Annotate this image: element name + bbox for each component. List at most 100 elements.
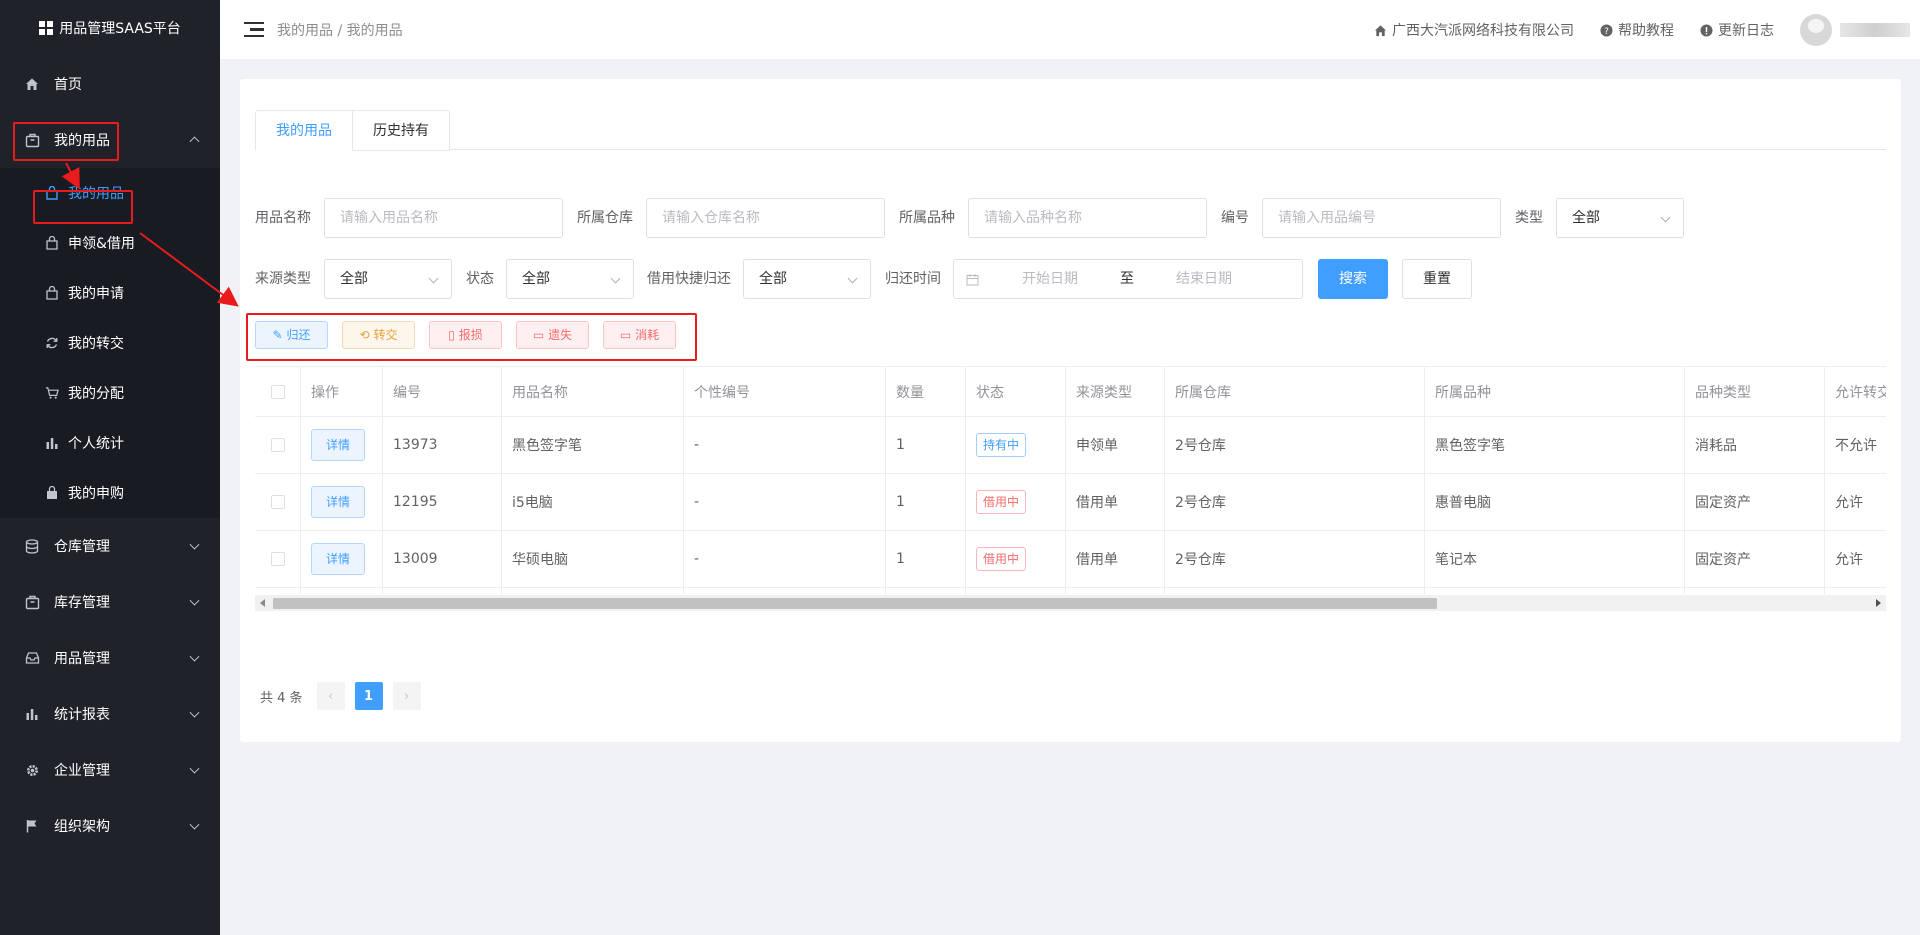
scroll-left-icon[interactable] <box>260 599 265 607</box>
cell-text: 借用单 <box>1076 552 1118 568</box>
transfer-button[interactable]: ⟲ 转交 <box>342 321 415 349</box>
menu-inventory-label: 库存管理 <box>54 595 110 611</box>
menu-inventory[interactable]: 库存管理 <box>0 574 220 630</box>
tab-history[interactable]: 历史持有 <box>352 110 450 151</box>
prev-page-button[interactable]: ‹ <box>316 682 345 710</box>
table-cell: - <box>684 417 886 473</box>
table-cell: 借用单 <box>1066 531 1165 587</box>
table-cell: - <box>684 588 886 594</box>
variety-input[interactable] <box>968 198 1207 238</box>
avatar[interactable] <box>1800 14 1832 46</box>
submenu-personal-stats[interactable]: 个人统计 <box>0 418 220 468</box>
changelog-link[interactable]: 更新日志 <box>1700 20 1774 40</box>
cell-text: 1 <box>896 494 905 510</box>
table-cell: 借用中 <box>966 474 1066 530</box>
row-checkbox[interactable] <box>270 552 285 566</box>
chevron-down-icon <box>610 273 621 284</box>
app-logo[interactable]: 用品管理SAAS平台 <box>0 0 220 56</box>
submenu-my-items-active[interactable]: 我的用品 <box>0 168 220 218</box>
help-link[interactable]: ? 帮助教程 <box>1600 20 1674 40</box>
filter-variety-label: 所属品种 <box>899 210 955 226</box>
tray-icon <box>24 650 40 666</box>
status-select[interactable]: 全部 <box>506 259 634 299</box>
folder-icon: ▭ <box>532 328 545 342</box>
cell-text: 允许 <box>1835 552 1863 568</box>
submenu-apply-borrow[interactable]: 申领&借用 <box>0 218 220 268</box>
menu-home[interactable]: 首页 <box>0 56 220 112</box>
report-damage-button[interactable]: ▯ 报损 <box>429 321 502 349</box>
submenu-my-purchases[interactable]: 我的申购 <box>0 468 220 518</box>
home-icon <box>24 76 40 92</box>
header-cell: 个性编号 <box>684 367 886 416</box>
source-type-select[interactable]: 全部 <box>324 259 452 299</box>
lost-button[interactable]: ▭ 遗失 <box>516 321 589 349</box>
detail-button[interactable]: 详情 <box>311 486 366 518</box>
cell-text: 华硕电脑 <box>512 552 568 568</box>
tab-my-items[interactable]: 我的用品 <box>255 110 353 151</box>
source-select-value: 全部 <box>340 271 368 287</box>
item-code-input[interactable] <box>1262 198 1501 238</box>
item-name-input[interactable] <box>324 198 563 238</box>
cell-text: 不允许 <box>1835 438 1877 454</box>
table-cell: 借用中 <box>966 531 1066 587</box>
database-icon <box>24 538 40 554</box>
chevron-down-icon <box>189 651 200 662</box>
select-all-checkbox[interactable] <box>270 384 285 399</box>
table-cell: 1 <box>886 531 966 587</box>
warehouse-input[interactable] <box>646 198 885 238</box>
cell-text: - <box>694 551 700 567</box>
gear-icon <box>24 762 40 778</box>
row-checkbox[interactable] <box>270 438 285 452</box>
submenu-my-applications[interactable]: 我的申请 <box>0 268 220 318</box>
menu-items-management[interactable]: 用品管理 <box>0 630 220 686</box>
reset-button[interactable]: 重置 <box>1402 259 1472 299</box>
cell-text: 13009 <box>393 551 438 567</box>
menu-organization[interactable]: 组织架构 <box>0 798 220 854</box>
table-cell: 华硕电脑 <box>502 531 684 587</box>
menu-enterprise[interactable]: 企业管理 <box>0 742 220 798</box>
submenu-my-transfers[interactable]: 我的转交 <box>0 318 220 368</box>
consume-button[interactable]: ▭ 消耗 <box>603 321 676 349</box>
cell-text: 1 <box>896 551 905 567</box>
table-cell: 允许 <box>1825 531 1886 587</box>
menu-toggle-icon[interactable] <box>244 21 264 38</box>
total-count: 共 4 条 <box>260 690 303 706</box>
filter-return-time-label: 归还时间 <box>885 271 941 287</box>
next-page-button[interactable]: › <box>392 682 421 710</box>
submenu-label: 我的用品 <box>68 186 124 202</box>
return-button[interactable]: ✎ 归还 <box>255 321 328 349</box>
quick-return-select[interactable]: 全部 <box>743 259 871 299</box>
cell-text: 黑色签字笔 <box>1435 438 1505 454</box>
chevron-up-icon <box>189 136 200 147</box>
submenu-label: 我的申购 <box>68 486 124 502</box>
table-cell: - <box>684 474 886 530</box>
menu-my-items[interactable]: 我的用品 <box>0 112 220 168</box>
start-date-placeholder[interactable]: 开始日期 <box>1022 260 1078 298</box>
return-date-range[interactable]: 开始日期 至 结束日期 <box>953 259 1303 299</box>
return-label: 归还 <box>286 328 311 342</box>
scrollbar-thumb[interactable] <box>273 598 1437 609</box>
user-name-blurred[interactable] <box>1840 23 1910 37</box>
table-cell: 申领单 <box>1066 588 1165 594</box>
menu-reports-label: 统计报表 <box>54 707 110 723</box>
detail-button[interactable]: 详情 <box>311 429 366 461</box>
company-link[interactable]: 广西大汽派网络科技有限公司 <box>1374 20 1574 40</box>
row-checkbox[interactable] <box>270 495 285 509</box>
cell-text: 2号仓库 <box>1175 495 1226 511</box>
submenu-my-allocations[interactable]: 我的分配 <box>0 368 220 418</box>
consume-label: 消耗 <box>635 328 660 342</box>
status-badge: 借用中 <box>976 547 1027 571</box>
scroll-right-icon[interactable] <box>1876 599 1881 607</box>
submenu-label: 我的分配 <box>68 386 124 402</box>
page-number-button[interactable]: 1 <box>354 682 383 710</box>
menu-warehouse[interactable]: 仓库管理 <box>0 518 220 574</box>
end-date-placeholder[interactable]: 结束日期 <box>1176 260 1232 298</box>
horizontal-scrollbar[interactable] <box>255 595 1886 611</box>
cell-text: 消耗品 <box>1695 438 1737 454</box>
menu-reports[interactable]: 统计报表 <box>0 686 220 742</box>
chevron-down-icon <box>847 273 858 284</box>
type-select[interactable]: 全部 <box>1556 198 1684 238</box>
cell-text: 黑色签字笔 <box>512 438 582 454</box>
detail-button[interactable]: 详情 <box>311 543 366 575</box>
search-button[interactable]: 搜索 <box>1318 259 1388 299</box>
